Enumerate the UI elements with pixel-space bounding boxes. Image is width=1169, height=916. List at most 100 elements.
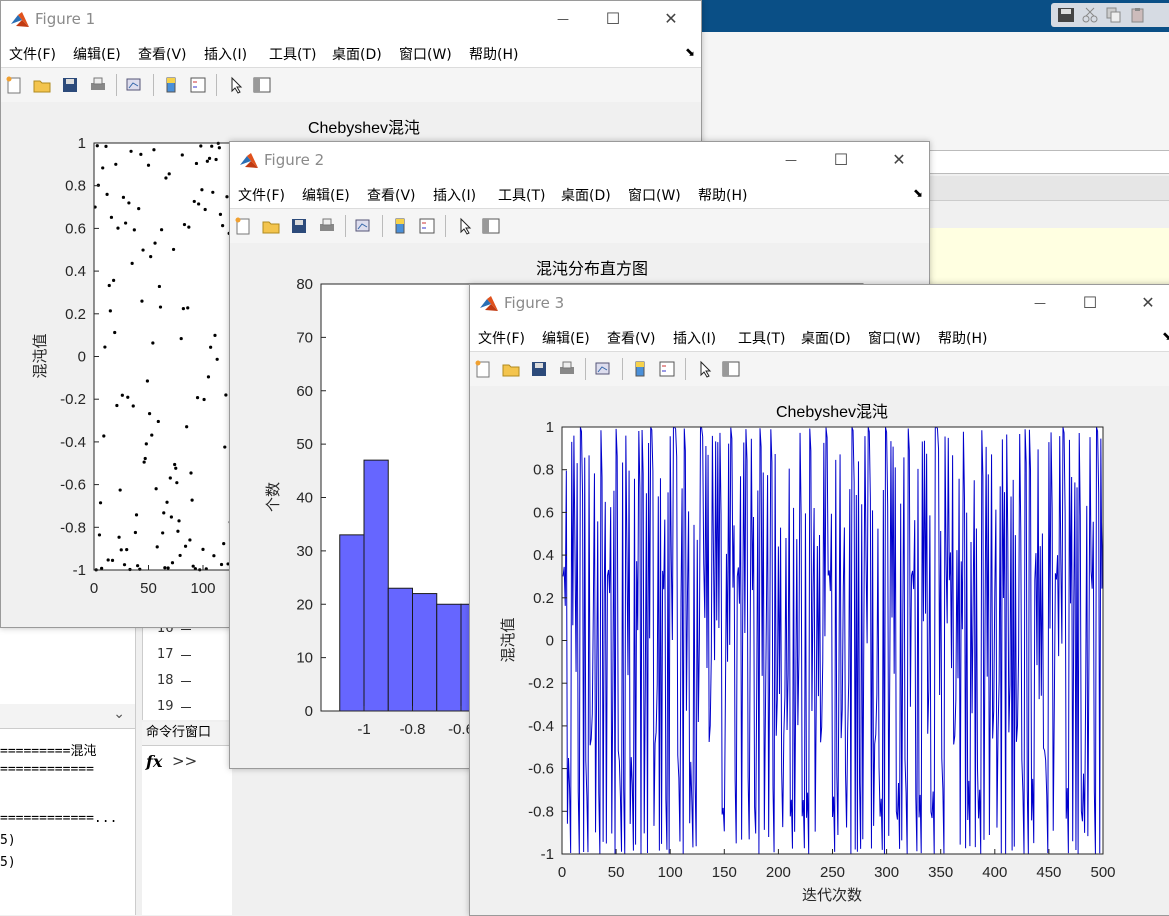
link-plot-icon[interactable] — [594, 360, 612, 378]
title-bar[interactable]: Figure 3 — ☐ ✕ — [470, 285, 1169, 323]
dock-arrow-icon[interactable]: ⬊ — [685, 45, 695, 59]
menu-item[interactable]: 插入(I) — [673, 328, 716, 348]
x-axis-label: 迭代次数 — [802, 887, 862, 904]
link-plot-icon[interactable] — [354, 217, 372, 235]
copy-icon[interactable] — [1105, 7, 1123, 23]
save-figure-icon[interactable] — [61, 76, 79, 94]
menu-item[interactable]: 查看(V) — [138, 44, 187, 64]
legend-icon[interactable] — [189, 76, 207, 94]
close-button[interactable]: ✕ — [1135, 291, 1161, 315]
menu-item[interactable]: 编辑(E) — [302, 185, 350, 205]
menu-item[interactable]: 桌面(D) — [561, 185, 611, 205]
print-icon[interactable] — [89, 76, 107, 94]
chart-title: Chebyshev混沌 — [776, 403, 888, 421]
scatter-point — [130, 261, 134, 266]
colorbar-icon[interactable] — [631, 360, 649, 378]
colorbar-icon[interactable] — [162, 76, 180, 94]
scatter-point — [95, 144, 99, 148]
close-button[interactable]: ✕ — [658, 7, 684, 31]
menu-bar: 文件(F) 编辑(E) 查看(V) 插入(I) 工具(T) 桌面(D) 窗口(W) 帮助(H)… — [1, 39, 701, 67]
link-plot-icon[interactable] — [125, 76, 143, 94]
menu-item[interactable]: 插入(I) — [204, 44, 247, 64]
property-inspector-icon[interactable] — [482, 217, 500, 235]
x-tick-label: 250 — [820, 864, 845, 881]
title-bar[interactable]: Figure 1 — ☐ ✕ — [1, 1, 701, 39]
menu-item[interactable]: 文件(F) — [9, 44, 56, 64]
legend-icon[interactable] — [418, 217, 436, 235]
save-figure-icon[interactable] — [290, 217, 308, 235]
scatter-point — [127, 201, 131, 205]
menu-item[interactable]: 查看(V) — [367, 185, 416, 205]
scatter-point — [205, 159, 209, 163]
edit-plot-icon[interactable] — [227, 76, 245, 94]
scatter-point — [175, 481, 179, 485]
scatter-point — [118, 488, 122, 492]
y-tick-label: -1 — [73, 562, 86, 579]
menu-item[interactable]: 工具(T) — [498, 185, 545, 205]
menu-item[interactable]: 桌面(D) — [332, 44, 382, 64]
open-file-icon[interactable] — [33, 76, 51, 94]
save-icon[interactable] — [1057, 7, 1075, 23]
menu-item[interactable]: 桌面(D) — [801, 328, 851, 348]
open-file-icon[interactable] — [262, 217, 280, 235]
scatter-point — [223, 445, 227, 449]
menu-item[interactable]: 文件(F) — [478, 328, 525, 348]
menu-item[interactable]: 窗口(W) — [399, 44, 452, 64]
fx-icon[interactable]: fx — [146, 752, 162, 771]
scatter-point — [162, 511, 166, 515]
maximize-button[interactable]: ☐ — [600, 7, 626, 31]
menu-item[interactable]: 帮助(H) — [698, 185, 747, 205]
scatter-point — [133, 530, 138, 535]
menu-item[interactable]: 工具(T) — [269, 44, 316, 64]
minimize-button[interactable]: — — [778, 148, 804, 172]
menu-item[interactable]: 窗口(W) — [868, 328, 921, 348]
colorbar-icon[interactable] — [391, 217, 409, 235]
title-bar[interactable]: Figure 2 — ☐ ✕ — [230, 142, 929, 180]
x-tick-label: 50 — [608, 864, 625, 881]
address-bar[interactable] — [920, 150, 1169, 174]
dock-arrow-icon[interactable]: ⬊ — [1162, 329, 1169, 343]
histogram-bar — [387, 587, 413, 712]
menu-item[interactable]: 插入(I) — [433, 185, 476, 205]
minimize-button[interactable]: — — [1027, 291, 1053, 315]
scatter-point — [132, 228, 136, 232]
paste-icon[interactable] — [1129, 7, 1147, 23]
y-tick-label: -0.4 — [528, 718, 554, 735]
menu-item[interactable]: 帮助(H) — [938, 328, 987, 348]
edit-plot-icon[interactable] — [696, 360, 714, 378]
open-file-icon[interactable] — [502, 360, 520, 378]
maximize-button[interactable]: ☐ — [1077, 291, 1103, 315]
scatter-point — [142, 460, 146, 464]
new-figure-icon[interactable] — [5, 76, 23, 94]
property-inspector-icon[interactable] — [722, 360, 740, 378]
cut-icon[interactable] — [1081, 7, 1099, 23]
menu-item[interactable]: 窗口(W) — [628, 185, 681, 205]
x-tick-label: 500 — [1090, 864, 1115, 881]
menu-item[interactable]: 帮助(H) — [469, 44, 518, 64]
edit-plot-icon[interactable] — [456, 217, 474, 235]
close-button[interactable]: ✕ — [886, 148, 912, 172]
minimize-button[interactable]: — — [550, 7, 576, 31]
property-inspector-icon[interactable] — [253, 76, 271, 94]
scatter-point — [117, 535, 121, 539]
command-window[interactable] — [142, 746, 232, 915]
menu-item[interactable]: 编辑(E) — [542, 328, 590, 348]
print-icon[interactable] — [558, 360, 576, 378]
new-figure-icon[interactable] — [474, 360, 492, 378]
menu-item[interactable]: 文件(F) — [238, 185, 285, 205]
scatter-point — [109, 215, 114, 219]
save-figure-icon[interactable] — [530, 360, 548, 378]
dock-arrow-icon[interactable]: ⬊ — [913, 186, 923, 200]
maximize-button[interactable]: ☐ — [828, 148, 854, 172]
menu-item[interactable]: 工具(T) — [738, 328, 785, 348]
chevron-down-icon[interactable]: ⌄ — [113, 706, 125, 722]
legend-icon[interactable] — [658, 360, 676, 378]
menu-item[interactable]: 查看(V) — [607, 328, 656, 348]
new-figure-icon[interactable] — [234, 217, 252, 235]
print-icon[interactable] — [318, 217, 336, 235]
menu-item[interactable]: 编辑(E) — [73, 44, 121, 64]
toolbar-separator — [622, 358, 623, 380]
y-tick-label: -0.6 — [528, 761, 554, 778]
scatter-point — [221, 224, 225, 228]
scatter-point — [169, 515, 173, 519]
